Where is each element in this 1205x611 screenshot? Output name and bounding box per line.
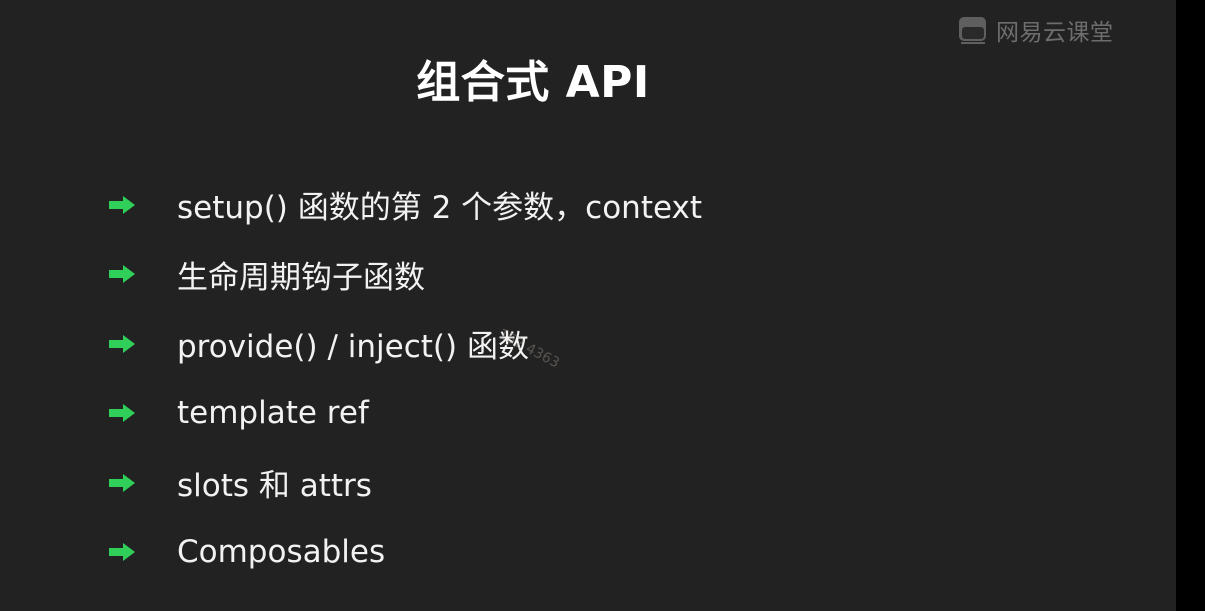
right-arrow-icon — [109, 404, 135, 423]
bullet-text: 生命周期钩子函数 — [177, 259, 425, 296]
bullet-item: 生命周期钩子函数 — [108, 240, 702, 310]
netease-cloud-classroom-logo-icon — [959, 17, 986, 44]
brand-name: 网易云课堂 — [996, 20, 1114, 46]
bullet-text: setup() 函数的第 2 个参数，context — [177, 190, 703, 227]
bullet-item: setup() 函数的第 2 个参数，context — [108, 170, 702, 240]
slide-title: 组合式 API — [416, 57, 650, 108]
bullet-text: Composables — [177, 534, 386, 571]
bullet-list: setup() 函数的第 2 个参数，context 生命周期钩子函数 prov… — [108, 170, 702, 587]
right-arrow-icon — [109, 334, 135, 353]
bullet-item: provide() / inject() 函数 — [108, 309, 702, 379]
bullet-text: template ref — [177, 395, 369, 432]
bullet-item: Composables — [108, 518, 702, 588]
bullet-text: provide() / inject() 函数 — [177, 329, 529, 366]
screen-edge — [1176, 0, 1205, 611]
bullet-item: template ref — [108, 379, 702, 449]
right-arrow-icon — [109, 543, 135, 562]
right-arrow-icon — [109, 473, 135, 492]
brand-logo: 网易云课堂 — [958, 13, 1114, 47]
slide: 网易云课堂 组合式 API setup() 函数的第 2 个参数，context… — [0, 0, 1176, 611]
bullet-item: slots 和 attrs — [108, 448, 702, 518]
bullet-text: slots 和 attrs — [177, 468, 372, 505]
right-arrow-icon — [109, 195, 135, 214]
right-arrow-icon — [109, 265, 135, 284]
